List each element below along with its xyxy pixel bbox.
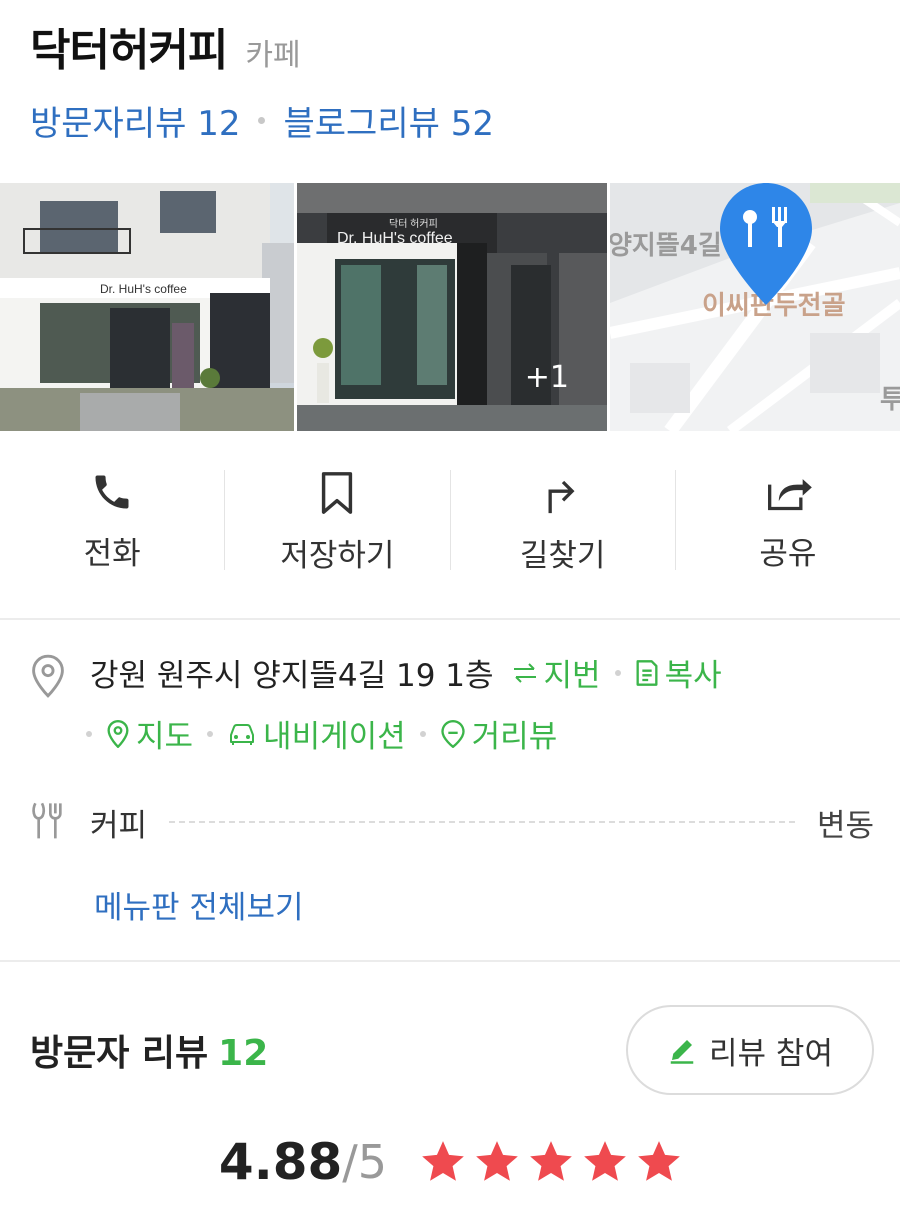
pencil-icon [670, 1040, 694, 1064]
place-header: 닥터허커피 카페 방문자리뷰 12 블로그리뷰 52 [30, 14, 870, 145]
blog-reviews-link[interactable]: 블로그리뷰 52 [283, 96, 493, 145]
section-divider [0, 618, 900, 620]
map-edge-label: 투 [880, 385, 900, 415]
more-photos-count[interactable]: +1 [525, 360, 569, 395]
call-label: 전화 [83, 536, 141, 572]
navigation-link[interactable]: 내비게이션 [227, 711, 406, 756]
bookmark-icon [317, 470, 357, 516]
address-line: 강원 원주시 양지뜰4길 19 1층 지번 복사 [90, 650, 722, 695]
address-row: 강원 원주시 양지뜰4길 19 1층 지번 복사 지도 내비게이션 거리뷰 [30, 650, 874, 756]
rating-score: 4.88 [218, 1133, 343, 1191]
storefront-photo[interactable]: Dr. HuH's coffee [0, 183, 294, 431]
menu-item-price: 변동 [816, 807, 874, 844]
separator-dot [207, 730, 214, 737]
copy-icon [636, 659, 658, 686]
call-button[interactable]: 전화 [0, 470, 226, 572]
share-label: 공유 [759, 536, 817, 572]
review-links: 방문자리뷰 12 블로그리뷰 52 [30, 96, 870, 145]
menu-row: 커피 변동 [30, 796, 874, 848]
directions-icon [541, 470, 585, 516]
map-link[interactable]: 지도 [106, 711, 193, 756]
save-label: 저장하기 [280, 538, 395, 574]
fork-knife-icon [30, 796, 90, 848]
map-thumbnail[interactable]: 양지뜰4길 이씨판두전골 투 [610, 183, 900, 431]
entrance-photo[interactable]: 닥터 허커피 Dr. HuH's coffee +1 [297, 183, 607, 431]
car-icon [230, 723, 255, 745]
write-review-label: 리뷰 참여 [709, 1035, 833, 1072]
jibun-label: 지번 [543, 658, 601, 694]
map-label: 지도 [136, 719, 194, 755]
share-icon [764, 470, 812, 514]
navigation-label: 내비게이션 [263, 719, 406, 755]
directions-label: 길찾기 [519, 538, 606, 574]
visitor-reviews-link[interactable]: 방문자리뷰 12 [30, 96, 240, 145]
star-rating [417, 1137, 685, 1187]
star-icon [530, 1141, 572, 1181]
map-pin-outline-icon [107, 719, 129, 748]
copy-label: 복사 [664, 658, 722, 694]
rating-max: /5 [342, 1135, 388, 1189]
reviews-count: 12 [218, 1033, 269, 1074]
map-pin-icon [720, 183, 812, 305]
address-text: 강원 원주시 양지뜰4길 19 1층 [90, 658, 494, 694]
separator-dot [419, 730, 426, 737]
separator-dot [614, 669, 621, 676]
menu-item-name: 커피 [90, 807, 148, 844]
share-button[interactable]: 공유 [676, 470, 900, 572]
location-pin-icon [30, 650, 90, 702]
copy-link[interactable]: 복사 [635, 650, 722, 695]
menu-all-link[interactable]: 메뉴판 전체보기 [94, 882, 874, 927]
star-icon [476, 1141, 518, 1181]
swap-arrows-icon [513, 662, 536, 683]
directions-button[interactable]: 길찾기 [451, 470, 676, 574]
reviews-header: 방문자 리뷰 12 리뷰 참여 [30, 1005, 874, 1095]
separator-dot [258, 117, 266, 124]
place-category: 카페 [245, 38, 301, 73]
visitor-reviews-section: 방문자 리뷰 12 리뷰 참여 4.88 /5 [30, 1005, 874, 1191]
save-button[interactable]: 저장하기 [225, 470, 451, 574]
entrance-sign: Dr. HuH's coffee [337, 230, 453, 247]
storefront-sign: Dr. HuH's coffee [100, 282, 187, 296]
jibun-link[interactable]: 지번 [512, 650, 601, 695]
streetview-label: 거리뷰 [471, 719, 558, 755]
phone-icon [90, 470, 134, 514]
photo-gallery: Dr. HuH's coffee 닥터 허커피 Dr. HuH's coffee… [0, 183, 900, 431]
separator-dot [86, 730, 92, 737]
section-divider [0, 960, 900, 962]
address-block: 강원 원주시 양지뜰4길 19 1층 지번 복사 지도 내비게이션 거리뷰 [86, 650, 722, 756]
star-icon [638, 1141, 680, 1181]
star-icon [584, 1141, 626, 1181]
address-actions: 지도 내비게이션 거리뷰 [86, 711, 722, 756]
reviews-title-text: 방문자 리뷰 [30, 1033, 209, 1074]
rating-summary: 4.88 /5 [30, 1133, 874, 1191]
dotted-leader [169, 821, 795, 823]
action-bar: 전화 저장하기 길찾기 공유 [0, 470, 900, 580]
star-icon [422, 1141, 464, 1181]
streetview-link[interactable]: 거리뷰 [440, 711, 558, 756]
entrance-sign-top: 닥터 허커피 [389, 218, 438, 230]
streetview-icon [440, 719, 465, 748]
reviews-title: 방문자 리뷰 12 [30, 1024, 268, 1076]
place-name: 닥터허커피 [30, 25, 228, 76]
place-info: 강원 원주시 양지뜰4길 19 1층 지번 복사 지도 내비게이션 거리뷰 커피… [30, 650, 874, 927]
write-review-button[interactable]: 리뷰 참여 [626, 1005, 874, 1095]
map-street-label: 양지뜰4길 [610, 231, 722, 261]
title-row: 닥터허커피 카페 [30, 14, 870, 78]
